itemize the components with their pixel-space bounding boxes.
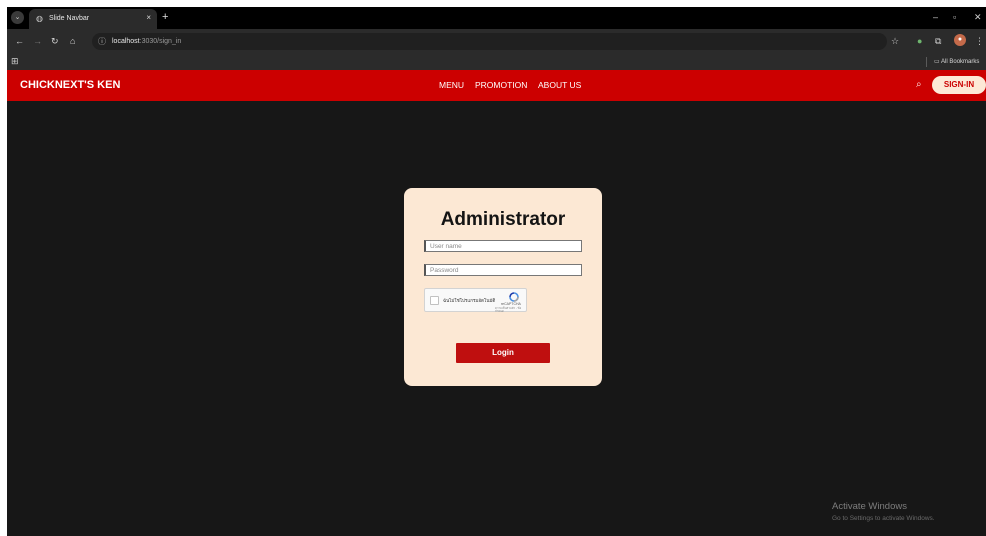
- address-bar[interactable]: ⓘ localhost:3030/sign_in: [92, 33, 887, 50]
- folder-icon: ▭: [934, 59, 942, 65]
- address-url: localhost:3030/sign_in: [112, 38, 182, 45]
- activate-subtitle: Go to Settings to activate Windows.: [832, 515, 935, 522]
- site-info-icon[interactable]: ⓘ: [98, 36, 106, 47]
- minimize-icon[interactable]: –: [933, 11, 938, 23]
- restore-icon[interactable]: ▫: [953, 11, 956, 23]
- login-title: Administrator: [440, 209, 566, 230]
- extension-g-icon[interactable]: ●: [917, 35, 922, 47]
- plus-icon[interactable]: +: [162, 10, 168, 24]
- extension-icon[interactable]: ⧉: [935, 35, 941, 47]
- browser-window: ⌄ ◍ Slide Navbar × + – ▫ ✕ ← → ↻ ⌂ ⓘ loc…: [7, 7, 986, 536]
- recaptcha-widget: ฉันไม่ใช่โปรแกรมอัตโนมัติ reCAPTCHA ความ…: [424, 288, 527, 313]
- tab-menu-icon[interactable]: ⌄: [11, 11, 24, 24]
- page-content: Administrator ฉันไม่ใช่โปรแกรมอัตโนมัติ …: [7, 101, 986, 536]
- bookmarks-bar: ⊞ ▭ All Bookmarks: [7, 54, 986, 70]
- login-card: Administrator ฉันไม่ใช่โปรแกรมอัตโนมัติ …: [404, 188, 602, 386]
- recaptcha-label: ฉันไม่ใช่โปรแกรมอัตโนมัติ: [443, 298, 496, 303]
- recaptcha-terms[interactable]: ความเป็นส่วนตัว - ข้อกำหนด: [495, 307, 526, 313]
- browser-tab[interactable]: ◍ Slide Navbar ×: [29, 9, 157, 29]
- site-navbar: CHICKNEXT'S KEN MENU PROMOTION ABOUT US …: [7, 70, 986, 101]
- site-brand[interactable]: CHICKNEXT'S KEN: [20, 78, 120, 92]
- recaptcha-logo-icon: [509, 292, 519, 302]
- activate-windows-watermark: Activate Windows Go to Settings to activ…: [832, 501, 935, 524]
- close-icon[interactable]: ×: [146, 13, 151, 23]
- sign-in-button[interactable]: SIGN-IN: [932, 76, 986, 94]
- password-input[interactable]: [424, 264, 582, 276]
- tab-strip: ⌄ ◍ Slide Navbar × + – ▫ ✕: [7, 7, 986, 29]
- forward-icon[interactable]: →: [33, 35, 42, 47]
- back-icon[interactable]: ←: [15, 35, 24, 47]
- nav-link-menu[interactable]: MENU: [439, 80, 464, 91]
- home-icon[interactable]: ⌂: [70, 35, 75, 47]
- nav-link-promotion[interactable]: PROMOTION: [475, 80, 527, 91]
- menu-icon[interactable]: ⋮: [975, 35, 984, 47]
- apps-icon[interactable]: ⊞: [11, 56, 19, 67]
- activate-title: Activate Windows: [832, 501, 907, 512]
- profile-avatar[interactable]: ●: [954, 34, 966, 46]
- all-bookmarks-button[interactable]: ▭ All Bookmarks: [934, 57, 979, 67]
- bookmarks-divider: [926, 57, 927, 67]
- window-close-icon[interactable]: ✕: [974, 11, 982, 23]
- search-icon[interactable]: ⌕: [916, 78, 922, 91]
- nav-link-about-us[interactable]: ABOUT US: [538, 80, 581, 91]
- tab-title: Slide Navbar: [49, 15, 90, 22]
- username-input[interactable]: [424, 240, 582, 252]
- login-button[interactable]: Login: [456, 343, 550, 363]
- globe-icon: ◍: [36, 14, 43, 23]
- reload-icon[interactable]: ↻: [51, 35, 59, 47]
- recaptcha-checkbox[interactable]: [430, 296, 439, 305]
- star-icon[interactable]: ☆: [891, 35, 899, 47]
- browser-toolbar: ← → ↻ ⌂ ⓘ localhost:3030/sign_in ☆ ● ⧉ ●…: [7, 29, 986, 54]
